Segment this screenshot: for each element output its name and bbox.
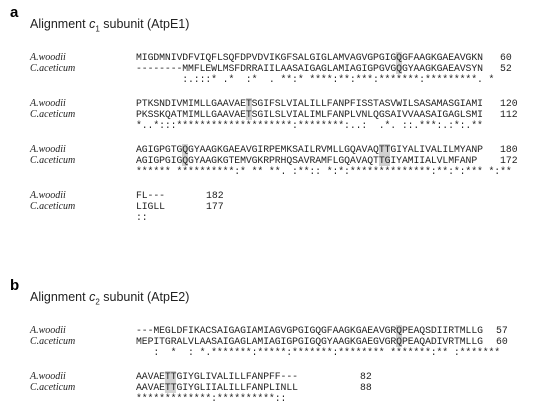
residue-number: 182 [206,190,224,201]
species-name: C.aceticum [30,155,76,166]
species-name: C.aceticum [30,63,76,74]
title-suffix: subunit (AtpE1) [99,17,190,31]
alignment-row: C.aceticum AAVAETTGIYGLIIALILLFANPLINLL 88 [30,382,530,393]
alignment-row: C.aceticum MEPITGRALVLAASAIGAGLAMIAGIGPGI… [30,336,530,347]
highlighted-residue: T [378,155,385,166]
residue-number: 82 [360,371,372,382]
residue-number: 88 [360,382,372,393]
residue-number: 112 [500,109,518,120]
consensus-line: :.:::* .* :* . **:* ****:**:***:*******:… [136,74,495,85]
sequence: PTKSNDIVMIMLLGAAVAETSGIFSLVIALILLFANPFIS… [136,98,483,109]
alignment-row: A.woodii FL--- 182 [30,190,530,201]
species-name: A.woodii [30,52,66,63]
alignment-row: : * : *.*******:*****:*******:******** *… [30,347,530,358]
consensus-line: *************:**********:: [136,393,287,404]
alignment-row: *..*:::********************:********:..:… [30,120,530,131]
alignment-row: ****** **********:* ** **. :**:: *:*:***… [30,166,530,177]
alignment-row: C.aceticum AGIGPGIGQGYAAGKGTEMVGKRPRHQSAV… [30,155,530,166]
highlighted-residue: T [378,144,385,155]
sequence: AGIGPGTGQGYAAGKGAEAVGIRPEMKSAILRVMLLGQAV… [136,144,483,155]
alignment-row: :: [30,212,530,223]
alignment-row: C.aceticum PKSSKQATMIMLLGAAVAETSGILSLVIAL… [30,109,530,120]
residue-number: 60 [500,52,512,63]
residue-number: 60 [496,336,508,347]
highlighted-residue: T [164,371,171,382]
alignment-row: :.:::* .* :* . **:* ****:**:***:*******:… [30,74,530,85]
residue-number: 52 [500,63,512,74]
residue-number: 57 [496,325,508,336]
species-name: C.aceticum [30,382,76,393]
title-suffix: subunit (AtpE2) [99,290,190,304]
consensus-line: :: [136,212,148,223]
residue-number: 172 [500,155,518,166]
title-prefix: Alignment [30,17,90,31]
alignment-row: A.woodii ---MEGLDFIKACSAIGAGIAMIAGVGPGIGQ… [30,325,530,336]
residue-number: 180 [500,144,518,155]
species-name: C.aceticum [30,336,76,347]
panel-title-b: Alignment c2 subunit (AtpE2) [30,290,189,307]
sequence: LIGLL [136,201,165,212]
sequence: ---MEGLDFIKACSAIGAGIAMIAGVGPGIGQGFAAGKGA… [136,325,483,336]
species-name: A.woodii [30,190,66,201]
species-name: C.aceticum [30,109,76,120]
sequence: AAVAETTGIYGLIIALILLFANPLINLL [136,382,298,393]
title-prefix: Alignment [30,290,90,304]
species-name: A.woodii [30,98,66,109]
species-name: C.aceticum [30,201,76,212]
alignment-row: C.aceticum --------MMFLEWLMSFDRRAIILAASAI… [30,63,530,74]
sequence: PKSSKQATMIMLLGAAVAETSGILSLVIALIMLFANPLVN… [136,109,483,120]
residue-number: 177 [206,201,224,212]
sequence: AAVAETTGIYGLIVALILLFANPFF--- [136,371,298,382]
panel-label-b: b [10,277,20,294]
consensus-line: : * : *.*******:*****:*******:******** *… [136,347,501,358]
species-name: A.woodii [30,325,66,336]
sequence: FL--- [136,190,165,201]
alignment-row: *************:**********:: [30,393,530,404]
consensus-line: *..*:::********************:********:..:… [136,120,483,131]
consensus-line: ****** **********:* ** **. :**:: *:*:***… [136,166,512,177]
panel-title-a: Alignment c1 subunit (AtpE1) [30,17,189,34]
species-name: A.woodii [30,371,66,382]
residue-number: 120 [500,98,518,109]
alignment-row: C.aceticum LIGLL 177 [30,201,530,212]
alignment-row: A.woodii MIGDMNIVDFVIQFLSQFDPVDVIKGFSALGI… [30,52,530,63]
panel-label-a: a [10,4,19,21]
sequence: --------MMFLEWLMSFDRRAIILAASAIGAGLAMIAGI… [136,63,483,74]
alignment-row: A.woodii AAVAETTGIYGLIVALILLFANPFF--- 82 [30,371,530,382]
highlighted-residue: T [164,382,171,393]
alignment-row: A.woodii PTKSNDIVMIMLLGAAVAETSGIFSLVIALIL… [30,98,530,109]
alignment-row: A.woodii AGIGPGTGQGYAAGKGAEAVGIRPEMKSAILR… [30,144,530,155]
sequence: MIGDMNIVDFVIQFLSQFDPVDVIKGFSALGIGLAMVAGV… [136,52,483,63]
sequence: MEPITGRALVLAASAIGAGLAMIAGIGPGIGQGYAAGKGA… [136,336,483,347]
sequence: AGIGPGIGQGYAAGKGTEMVGKRPRHQSAVRAMFLGQAVA… [136,155,478,166]
species-name: A.woodii [30,144,66,155]
